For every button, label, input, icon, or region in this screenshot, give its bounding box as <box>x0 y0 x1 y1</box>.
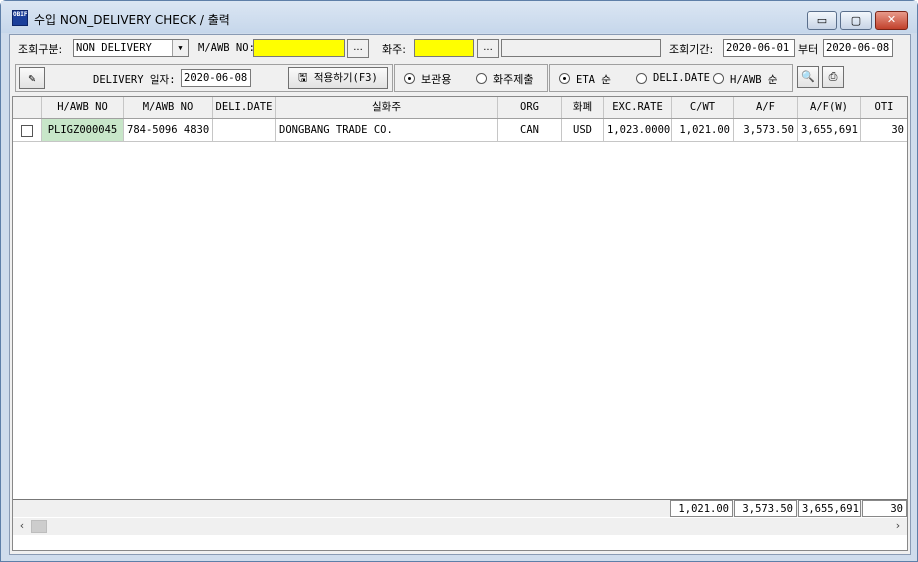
sort-eta-label: ETA 순 <box>576 74 611 86</box>
type-select-value: NON DELIVERY <box>76 42 152 54</box>
header-af-w[interactable]: A/F(W) <box>798 97 861 118</box>
header-cwt[interactable]: C/WT <box>672 97 734 118</box>
cell-org[interactable]: CAN <box>498 119 562 141</box>
shipper-name-field <box>501 39 661 57</box>
application-window: OBIF 수입 NON_DELIVERY CHECK / 출력 ▭ ▢ ✕ 조회… <box>0 0 918 562</box>
total-oti: 30 <box>862 500 907 517</box>
horizontal-scrollbar[interactable]: ‹ › <box>13 518 907 535</box>
printer-icon: ⎙ <box>828 70 838 83</box>
header-deli-date[interactable]: DELI.DATE <box>213 97 276 118</box>
mawb-label: M/AWB NO: <box>198 42 255 54</box>
total-cwt: 1,021.00 <box>670 500 733 517</box>
cell-currency[interactable]: USD <box>562 119 604 141</box>
scroll-thumb[interactable] <box>31 520 47 533</box>
header-exc-rate[interactable]: EXC.RATE <box>604 97 672 118</box>
sort-deli-radio[interactable] <box>636 73 647 84</box>
chevron-down-icon[interactable]: ▼ <box>172 40 188 56</box>
minimize-icon: ▭ <box>816 14 828 27</box>
save-icon: 🖫 <box>298 71 308 84</box>
mawb-browse-button[interactable]: ... <box>347 39 369 58</box>
cell-exc-rate[interactable]: 1,023.0000 <box>604 119 672 141</box>
shipper-label: 화주: <box>382 43 406 56</box>
scroll-left-icon[interactable]: ‹ <box>14 519 30 534</box>
apply-button[interactable]: 🖫 적용하기(F3) <box>288 67 388 89</box>
mode-storage-label: 보관용 <box>421 73 452 86</box>
scroll-right-icon[interactable]: › <box>890 519 906 534</box>
header-org[interactable]: ORG <box>498 97 562 118</box>
edit-button[interactable]: ✎ <box>19 67 45 89</box>
print-preview-button[interactable]: 🔍 <box>797 66 819 88</box>
sort-hawb-radio[interactable] <box>713 73 724 84</box>
header-mawb[interactable]: M/AWB NO <box>124 97 213 118</box>
total-af-w: 3,655,691 <box>798 500 861 517</box>
results-grid: H/AWB NO M/AWB NO DELI.DATE 실화주 ORG 화폐 E… <box>12 96 908 551</box>
period-separator: 부터 <box>798 43 819 56</box>
mode-shipper-radio[interactable] <box>476 73 487 84</box>
sort-hawb-label: H/AWB 순 <box>730 74 778 86</box>
mawb-input[interactable] <box>253 39 345 57</box>
maximize-icon: ▢ <box>850 14 862 27</box>
type-label: 조회구분: <box>18 43 63 56</box>
cell-consignee[interactable]: DONGBANG TRADE CO. <box>276 119 498 141</box>
header-select <box>13 97 42 118</box>
window-title: 수입 NON_DELIVERY CHECK / 출력 <box>34 13 230 27</box>
shipper-browse-button[interactable]: ... <box>477 39 499 58</box>
minimize-button[interactable]: ▭ <box>807 11 837 30</box>
mode-storage-radio[interactable] <box>404 73 415 84</box>
header-oti[interactable]: OTI <box>861 97 907 118</box>
close-icon: ✕ <box>886 13 897 26</box>
table-row[interactable]: PLIGZ000045 784-5096 4830 DONGBANG TRADE… <box>13 119 907 142</box>
total-af: 3,573.50 <box>734 500 797 517</box>
apply-button-label: 적용하기(F3) <box>313 72 378 84</box>
delivery-panel: ✎ DELIVERY 일자: 2020-06-08 🖫 적용하기(F3) <box>15 64 393 92</box>
header-af[interactable]: A/F <box>734 97 798 118</box>
row-checkbox[interactable] <box>21 125 33 137</box>
sort-deli-label: DELI.DATE <box>653 72 710 84</box>
cell-deli-date[interactable] <box>213 119 276 141</box>
cell-oti[interactable]: 30 <box>861 119 907 141</box>
shipper-code-input[interactable] <box>414 39 474 57</box>
grid-header: H/AWB NO M/AWB NO DELI.DATE 실화주 ORG 화폐 E… <box>13 97 907 119</box>
maximize-button[interactable]: ▢ <box>840 11 872 30</box>
cell-af-w[interactable]: 3,655,691 <box>798 119 861 141</box>
header-hawb[interactable]: H/AWB NO <box>42 97 124 118</box>
cell-hawb[interactable]: PLIGZ000045 <box>42 119 124 141</box>
period-label: 조회기간: <box>669 43 714 56</box>
header-currency[interactable]: 화폐 <box>562 97 604 118</box>
close-button[interactable]: ✕ <box>875 11 908 30</box>
sort-eta-radio[interactable] <box>559 73 570 84</box>
period-to-input[interactable]: 2020-06-08 <box>823 39 893 57</box>
print-button[interactable]: ⎙ <box>822 66 844 88</box>
client-area: 조회구분: NON DELIVERY ▼ M/AWB NO: ... 화주: .… <box>9 34 911 555</box>
app-icon: OBIF <box>12 10 28 26</box>
cell-cwt[interactable]: 1,021.00 <box>672 119 734 141</box>
row-select-cell <box>13 119 42 141</box>
title-bar[interactable]: OBIF 수입 NON_DELIVERY CHECK / 출력 ▭ ▢ ✕ <box>1 1 917 33</box>
type-select[interactable]: NON DELIVERY ▼ <box>73 39 189 57</box>
pencil-icon: ✎ <box>28 71 36 85</box>
output-mode-panel: 보관용 화주제출 <box>394 64 548 92</box>
delivery-date-input[interactable]: 2020-06-08 <box>181 69 251 87</box>
delivery-date-label: DELIVERY 일자: <box>93 74 176 86</box>
header-consignee[interactable]: 실화주 <box>276 97 498 118</box>
cell-af[interactable]: 3,573.50 <box>734 119 798 141</box>
period-from-input[interactable]: 2020-06-01 <box>723 39 795 57</box>
mode-shipper-label: 화주제출 <box>493 73 534 86</box>
cell-mawb[interactable]: 784-5096 4830 <box>124 119 213 141</box>
totals-bar: 1,021.00 3,573.50 3,655,691 30 <box>13 499 907 517</box>
sort-panel: ETA 순 DELI.DATE H/AWB 순 <box>549 64 793 92</box>
preview-icon: 🔍 <box>801 70 815 83</box>
